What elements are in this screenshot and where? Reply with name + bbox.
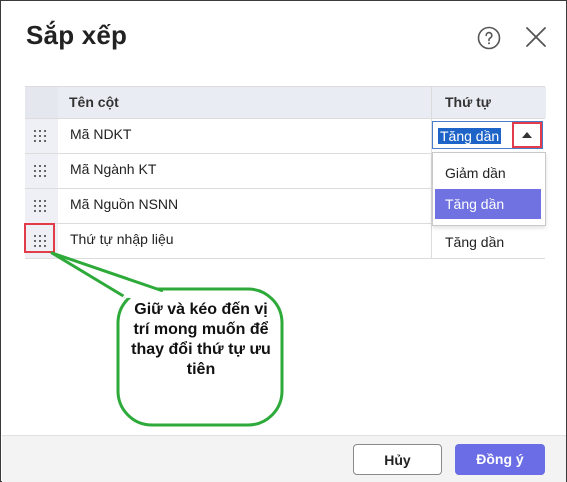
sort-dialog: Sắp xếp Tên cột Thứ tự Mã NDKT Tăng dần … [0, 0, 567, 482]
cancel-button[interactable]: Hủy [353, 444, 442, 475]
ok-button[interactable]: Đồng ý [455, 444, 545, 475]
callout-text: Giữ và kéo đến vị trí mong muốn để thay … [131, 301, 271, 378]
callout-bubble [50, 251, 284, 427]
